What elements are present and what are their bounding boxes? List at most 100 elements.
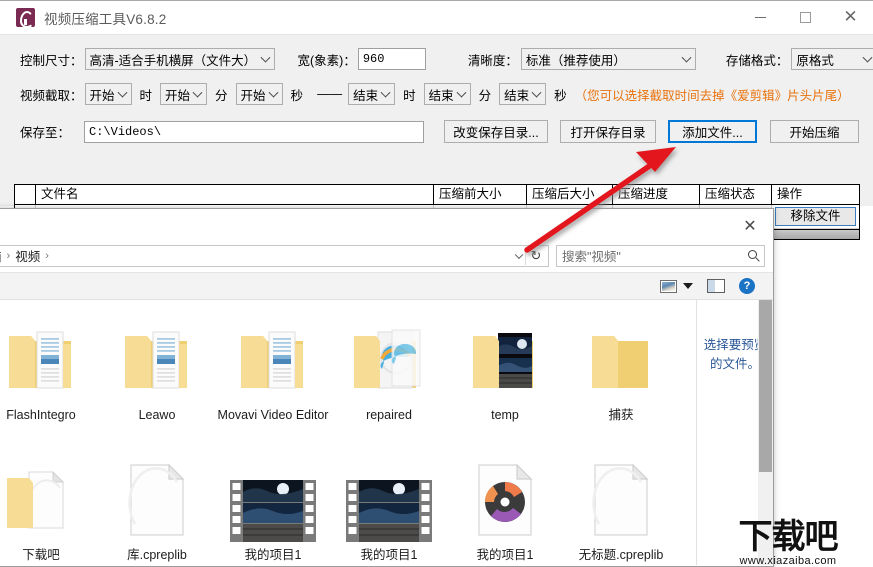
col-header-status[interactable]: 压缩状态: [700, 185, 772, 204]
add-file-button[interactable]: 添加文件...: [668, 120, 758, 143]
clip-start-minute-select[interactable]: 开始: [160, 83, 208, 105]
file-grid-item[interactable]: 我的项目1: [215, 450, 331, 567]
folder-docs-icon: [233, 314, 313, 402]
folder-empty-icon: [584, 314, 658, 402]
file-grid-item[interactable]: 无标题.cpreplib: [563, 450, 679, 567]
add-file-label: 添加文件...: [682, 126, 743, 140]
watermark-url: www.xiazaiba.com: [739, 555, 837, 567]
dialog-toolbar: ?: [0, 272, 773, 300]
file-grid-pane: FlashIntegro Leawo Movavi Video Editor r…: [0, 300, 696, 565]
chevron-down-icon[interactable]: [683, 283, 693, 289]
unit-sec-2: 秒: [554, 88, 567, 103]
format-label: 存储格式：: [725, 53, 789, 68]
file-blank-icon: [125, 454, 189, 542]
clip-end-second-value: 结束: [504, 88, 530, 103]
unit-min-1: 分: [215, 88, 228, 103]
width-label: 宽(象素)：: [297, 53, 356, 68]
file-grid-item[interactable]: temp: [447, 310, 563, 450]
clip-start-hour-value: 开始: [89, 88, 115, 103]
col-header-action[interactable]: 操作: [772, 185, 859, 204]
file-grid-item[interactable]: Leawo: [99, 310, 215, 450]
help-icon[interactable]: ?: [739, 278, 755, 294]
col-header-progress[interactable]: 压缩进度: [613, 185, 700, 204]
breadcrumb-separator: ›: [6, 249, 11, 262]
clip-end-second-select[interactable]: 结束: [499, 83, 547, 105]
open-save-dir-label: 打开保存目录: [570, 126, 646, 140]
settings-row-2: 视频截取： 开始 时 开始 分 开始 秒 —— 结束 时 结束 分 结束 秒 （…: [20, 83, 850, 105]
dialog-close-button[interactable]: ✕: [733, 213, 767, 237]
clip-tip-text: （您可以选择截取时间去掉《爱剪辑》片头片尾）: [574, 88, 850, 103]
file-grid-item[interactable]: 我的项目1: [331, 450, 447, 567]
clip-start-second-select[interactable]: 开始: [235, 83, 283, 105]
folder-ie-icon: [348, 314, 430, 402]
clip-end-minute-select[interactable]: 结束: [423, 83, 471, 105]
preview-pane-icon[interactable]: [707, 279, 725, 293]
file-grid-item-label: Movavi Video Editor: [217, 408, 329, 422]
chevron-down-icon: [862, 52, 873, 63]
quality-select[interactable]: 标准（推荐使用）: [520, 48, 696, 70]
file-grid-item-label: repaired: [366, 408, 412, 422]
file-grid-item-label: 我的项目1: [244, 548, 302, 562]
clip-end-hour-select[interactable]: 结束: [348, 83, 396, 105]
file-grid: FlashIntegro Leawo Movavi Video Editor r…: [0, 310, 696, 567]
change-save-dir-button[interactable]: 改变保存目录...: [444, 120, 549, 143]
site-watermark: 下载吧 www.xiazaiba.com: [707, 509, 869, 567]
size-label: 控制尺寸：: [20, 53, 83, 68]
chevron-down-icon: [260, 52, 270, 63]
preview-message: 选择要预览 的文件。: [703, 338, 767, 371]
maximize-button[interactable]: [783, 1, 828, 34]
refresh-icon[interactable]: ↻: [528, 249, 544, 265]
view-mode-group[interactable]: [660, 279, 693, 293]
breadcrumb-item-1[interactable]: 视频: [12, 246, 43, 265]
address-bar[interactable]: 脑 › 视频 › ↻: [0, 244, 549, 267]
width-input[interactable]: 960: [357, 48, 426, 70]
app-body: 控制尺寸： 高清-适合手机横屏（文件大） 宽(象素)： 960 清晰度： 标准（…: [0, 34, 873, 240]
settings-row-3: 保存至： C:\Videos\ 改变保存目录... 打开保存目录 添加文件...…: [20, 120, 860, 143]
file-grid-item-label: temp: [491, 408, 519, 422]
clip-start-hour-select[interactable]: 开始: [84, 83, 132, 105]
save-path-input[interactable]: C:\Videos\: [84, 120, 425, 143]
file-grid-item[interactable]: Movavi Video Editor: [215, 310, 331, 450]
change-save-dir-label: 改变保存目录...: [453, 126, 539, 140]
chevron-down-icon: [192, 87, 203, 98]
unit-sec-1: 秒: [290, 88, 304, 103]
size-preset-value: 高清-适合手机横屏（文件大）: [89, 53, 257, 68]
remove-file-button[interactable]: 移除文件: [775, 207, 856, 226]
chevron-down-icon[interactable]: [514, 250, 524, 259]
col-header-size-before[interactable]: 压缩前大小: [434, 185, 527, 204]
start-compress-button[interactable]: 开始压缩: [770, 120, 860, 143]
cell-action: 移除文件: [772, 205, 859, 228]
col-header-filename[interactable]: 文件名: [36, 185, 434, 204]
file-grid-item[interactable]: FlashIntegro: [0, 310, 99, 450]
file-grid-item-label: 下载吧: [22, 548, 60, 562]
file-grid-item[interactable]: 我的项目1: [447, 450, 563, 567]
dialog-navigation-bar: 脑 › 视频 › ↻ 搜索"视频": [0, 239, 773, 272]
search-input[interactable]: 搜索"视频": [556, 244, 765, 267]
quality-value: 标准（推荐使用）: [525, 53, 626, 68]
window-title: 视频压缩工具V6.8.2: [44, 11, 167, 27]
chevron-down-icon: [681, 52, 692, 63]
view-mode-icon[interactable]: [660, 279, 677, 293]
format-select[interactable]: 原格式: [791, 48, 873, 70]
folder-docs-icon: [117, 314, 197, 402]
file-grid-item-label: 捕获: [608, 408, 634, 422]
file-grid-item-label: FlashIntegro: [6, 408, 76, 422]
file-grid-item[interactable]: 下载吧: [0, 450, 99, 567]
save-path-value: C:\Videos\: [89, 124, 162, 139]
file-grid-item[interactable]: 捕获: [563, 310, 679, 450]
minimize-button[interactable]: [738, 1, 783, 34]
start-compress-label: 开始压缩: [789, 126, 840, 140]
app-logo-icon: [16, 8, 35, 28]
quality-label: 清晰度：: [467, 53, 518, 68]
close-button[interactable]: ✕: [828, 1, 873, 34]
size-preset-select[interactable]: 高清-适合手机横屏（文件大）: [84, 48, 275, 70]
file-grid-item[interactable]: 库.cpreplib: [99, 450, 215, 567]
scrollbar-thumb[interactable]: [759, 300, 772, 472]
folder-doc-white-icon: [1, 454, 81, 542]
chevron-down-icon: [456, 87, 467, 98]
file-grid-item[interactable]: repaired: [331, 310, 447, 450]
col-header-size-after[interactable]: 压缩后大小: [527, 185, 613, 204]
open-file-dialog: ✕ 脑 › 视频 › ↻ 搜索"视频" ?: [0, 208, 774, 567]
search-icon: [748, 249, 757, 259]
open-save-dir-button[interactable]: 打开保存目录: [560, 120, 657, 143]
